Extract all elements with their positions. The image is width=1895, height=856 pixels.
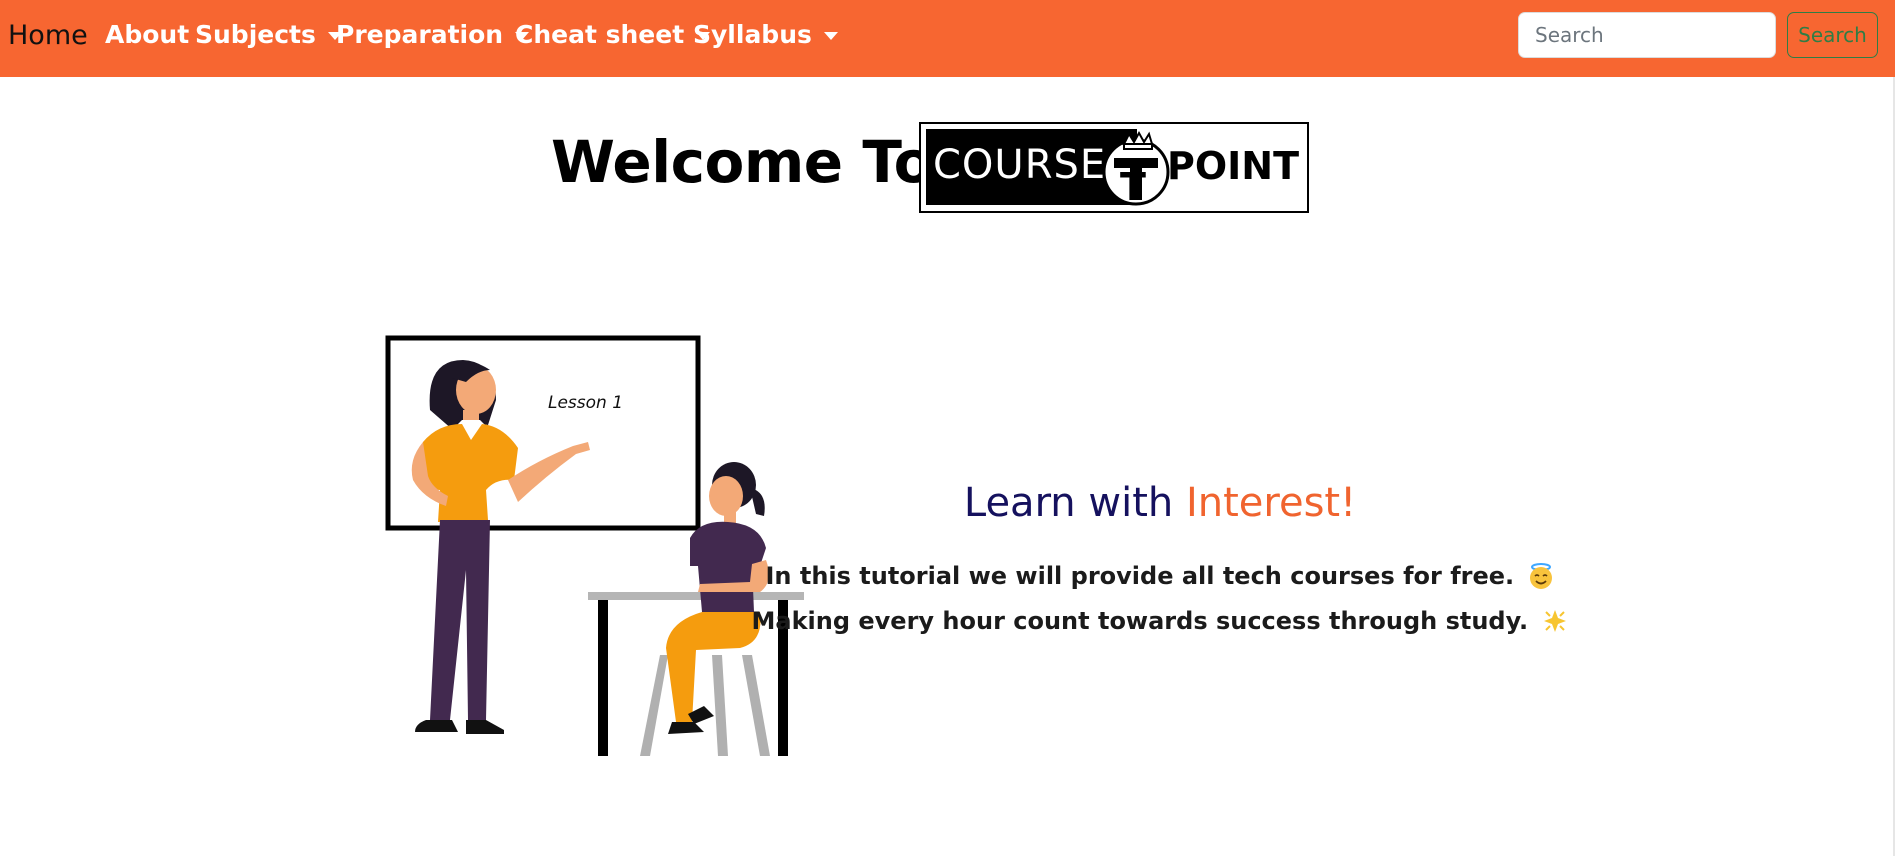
tagline-heading: Learn with Interest! [0,480,1895,526]
glowing-star-icon [1543,610,1566,632]
nav-item-preparation[interactable]: Preparation [336,20,530,49]
tagline-part-2: Interest! [1185,480,1357,526]
intro-line-2: Making every hour count towards success … [0,607,1895,635]
coursepoint-logo: COURSE POINT T [919,122,1309,213]
nav-item-about[interactable]: About [105,20,189,49]
smiling-face-with-halo-icon [1529,563,1552,589]
nav-home-link[interactable]: Home [8,20,88,51]
nav-item-label: Preparation [336,20,504,49]
teacher-student-illustration: Lesson 1 [385,335,804,756]
nav-item-subjects[interactable]: Subjects [195,20,342,49]
search-input[interactable] [1518,12,1776,58]
tagline-part-1: Learn with [963,480,1186,526]
logo-t-emblem-icon: T [1102,130,1170,206]
intro-line-1: In this tutorial we will provide all tec… [0,562,1895,590]
nav-item-label: Cheat sheet [515,20,685,49]
nav-item-label: Subjects [195,20,316,49]
nav-item-syllabus[interactable]: Syllabus [693,20,838,49]
intro-line-1-text: In this tutorial we will provide all tec… [765,562,1515,590]
welcome-heading: Welcome To [551,128,934,196]
logo-point-text: POINT [1167,144,1300,188]
intro-line-2-text: Making every hour count towards success … [751,607,1529,635]
caret-down-icon [823,31,838,40]
top-navbar: Home About Subjects Preparation Cheat sh… [0,0,1895,77]
search-button[interactable]: Search [1787,12,1878,58]
nav-item-cheat-sheet[interactable]: Cheat sheet [515,20,711,49]
logo-course-text: COURSE [933,142,1107,188]
logo-emblem-letter: T [1120,165,1146,206]
nav-item-label: About [105,20,190,49]
nav-item-label: Syllabus [693,20,812,49]
whiteboard-text: Lesson 1 [548,393,623,413]
